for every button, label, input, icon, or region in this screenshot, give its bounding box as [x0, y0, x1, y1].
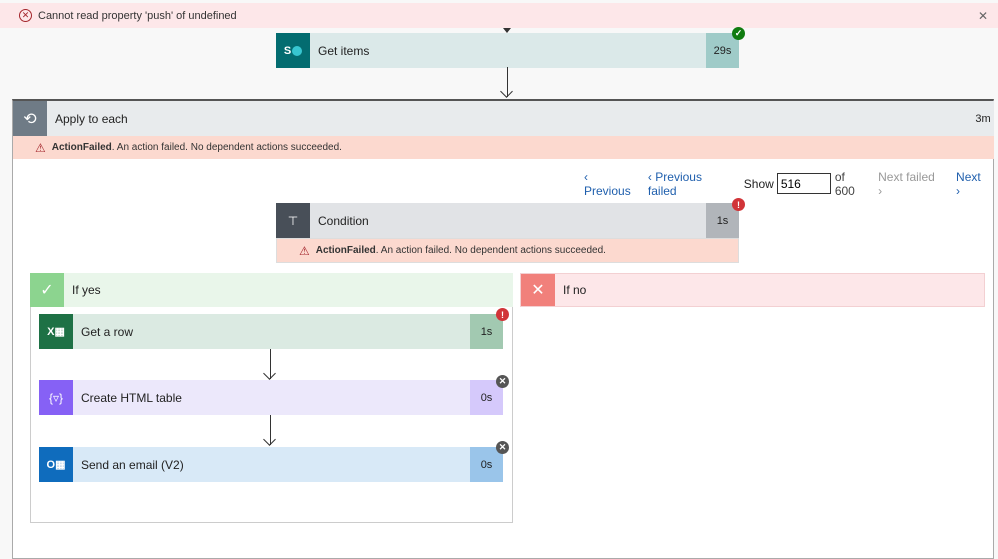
- get-items-card[interactable]: S Get items 29s: [276, 33, 739, 68]
- if-no-header[interactable]: ✕ If no: [520, 273, 985, 307]
- check-icon: ✓: [30, 273, 64, 307]
- card-title: Create HTML table: [81, 390, 182, 405]
- next-link[interactable]: Next ›: [956, 170, 988, 198]
- close-icon[interactable]: ✕: [978, 9, 988, 23]
- condition-card[interactable]: ⊤ Condition 1s: [276, 203, 739, 238]
- if-yes-header[interactable]: ✓ If yes: [30, 273, 513, 307]
- error-badge-icon: !: [732, 198, 745, 211]
- iteration-input[interactable]: [776, 173, 831, 194]
- create-html-table-card[interactable]: {▿} Create HTML table 0s: [39, 380, 503, 415]
- outlook-icon: O▦: [39, 447, 73, 482]
- apply-to-each-header[interactable]: ⟲ Apply to each 3m: [13, 101, 994, 136]
- card-title: Get items: [318, 43, 370, 58]
- loop-icon: ⟲: [13, 101, 47, 136]
- circle-x-icon: ✕: [19, 9, 32, 22]
- card-title: Get a row: [81, 324, 134, 339]
- apply-to-each-error: ⚠ ActionFailed. An action failed. No dep…: [13, 136, 994, 159]
- excel-icon: X▦: [39, 314, 73, 349]
- error-code: ActionFailed: [51, 142, 112, 153]
- arrow-down-icon: [507, 67, 508, 97]
- previous-link[interactable]: ‹ Previous: [584, 170, 638, 198]
- next-failed-link[interactable]: Next failed ›: [878, 170, 942, 198]
- skipped-badge-icon: ✕: [496, 441, 509, 454]
- warning-icon: ⚠: [299, 243, 310, 258]
- card-title: Condition: [318, 213, 369, 228]
- condition-error: ⚠ ActionFailed. An action failed. No dep…: [276, 238, 739, 263]
- card-title: Send an email (V2): [81, 457, 184, 472]
- condition-icon: ⊤: [276, 203, 310, 238]
- error-text: . An action failed. No dependent actions…: [111, 142, 342, 153]
- x-icon: ✕: [521, 274, 555, 306]
- error-text: . An action failed. No dependent actions…: [375, 245, 606, 256]
- branch-title: If no: [563, 283, 587, 297]
- error-badge-icon: !: [496, 308, 509, 321]
- error-message: Cannot read property 'push' of undefined: [38, 9, 237, 22]
- show-label: Show: [743, 176, 774, 191]
- of-total-label: of 600: [834, 169, 855, 198]
- skipped-badge-icon: ✕: [496, 375, 509, 388]
- success-check-icon: ✓: [732, 27, 745, 40]
- get-a-row-card[interactable]: X▦ Get a row 1s: [39, 314, 503, 349]
- card-title: Apply to each: [55, 111, 128, 126]
- arrow-down-icon: [270, 415, 271, 445]
- branch-title: If yes: [72, 283, 101, 297]
- duration: 3m: [975, 112, 991, 125]
- iteration-pager: ‹ Previous ‹ Previous failed Show of 600…: [584, 170, 998, 198]
- previous-failed-link[interactable]: ‹ Previous failed: [648, 170, 734, 198]
- send-email-card[interactable]: O▦ Send an email (V2) 0s: [39, 447, 503, 482]
- error-code: ActionFailed: [315, 245, 376, 256]
- data-operation-icon: {▿}: [39, 380, 73, 415]
- arrow-down-icon: [270, 349, 271, 379]
- warning-icon: ⚠: [35, 140, 46, 155]
- sharepoint-icon: S: [276, 33, 310, 68]
- error-banner: ✕ Cannot read property 'push' of undefin…: [0, 3, 998, 28]
